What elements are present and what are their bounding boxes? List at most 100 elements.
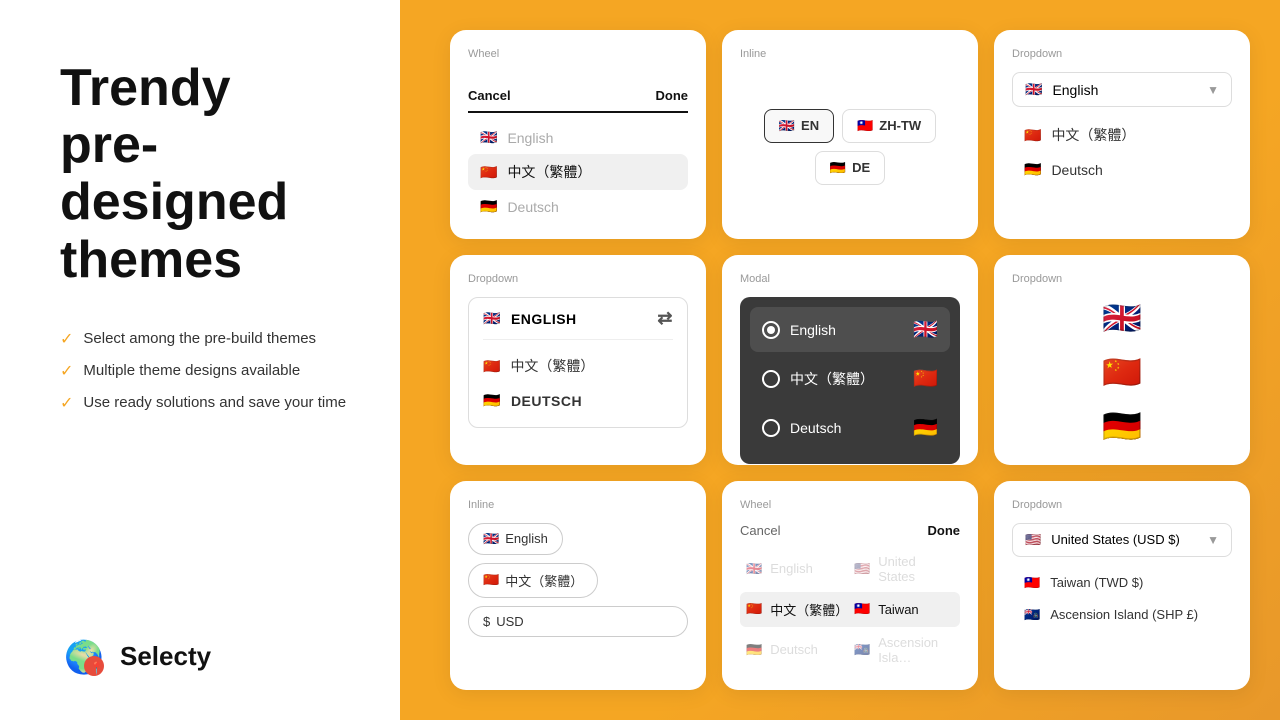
currency-text: USD [496, 614, 523, 629]
radio-english-inner [767, 326, 775, 334]
flag-tw-w2: 🇹🇼 [854, 601, 870, 617]
wheel1-item-chinese[interactable]: 🇨🇳 中文（繁體） [468, 154, 688, 190]
dropdown1-label: Dropdown [1012, 48, 1232, 60]
flag-gb-w2: 🇬🇧 [746, 561, 762, 577]
inline1-buttons: 🇬🇧 EN 🇹🇼 ZH-TW 🇩🇪 DE [740, 109, 960, 185]
card-inline-1: Inline 🇬🇧 EN 🇹🇼 ZH-TW 🇩🇪 DE [722, 30, 978, 239]
wheel1-cancel[interactable]: Cancel [468, 88, 511, 103]
svg-text:📍: 📍 [89, 661, 104, 675]
wheel1-header: Cancel Done [468, 88, 688, 113]
wheel2-done[interactable]: Done [928, 523, 961, 538]
flag-gb-dd1: 🇬🇧 [1025, 81, 1042, 98]
flag-tw-inline1: 🇹🇼 [857, 118, 873, 134]
wheel2-col-cn-country: 🇹🇼 Taiwan [854, 601, 954, 617]
feature-item-3: ✓ Use ready solutions and save your time [60, 393, 360, 413]
wheel2-cancel[interactable]: Cancel [740, 523, 780, 538]
flags1-item-cn[interactable]: 🇨🇳 [1102, 353, 1142, 391]
globe-icon: 🌍 📍 [60, 632, 108, 680]
card-modal: Modal English 🇬🇧 中文（繁體） 🇨🇳 Deutsch 🇩🇪 [722, 255, 978, 464]
inline1-btn-en[interactable]: 🇬🇧 EN [764, 109, 834, 143]
wheel2-col-de-country: 🇦🇨 Ascension Isla… [854, 635, 954, 665]
wheel2-row-deutsch: 🇩🇪 Deutsch 🇦🇨 Ascension Isla… [740, 627, 960, 673]
inline2-btn-english[interactable]: 🇬🇧 English [468, 523, 563, 555]
modal1-item-deutsch[interactable]: Deutsch 🇩🇪 [750, 405, 950, 450]
dropdown2-selected[interactable]: 🇬🇧 ENGLISH ⇄ [483, 308, 673, 340]
modal1-body: English 🇬🇧 中文（繁體） 🇨🇳 Deutsch 🇩🇪 [740, 297, 960, 464]
modal1-flag-gb: 🇬🇧 [913, 317, 938, 342]
dropdown1-item-de[interactable]: 🇩🇪 Deutsch [1012, 153, 1232, 186]
flag-gb-inline2: 🇬🇧 [483, 531, 499, 547]
dropdown3-arrow: ▼ [1207, 533, 1219, 547]
dropdown2-label: Dropdown [468, 273, 688, 285]
flags1-list: 🇬🇧 🇨🇳 🇩🇪 [1012, 297, 1232, 446]
flag-us-dd3: 🇺🇸 [1025, 532, 1041, 548]
wheel2-label: Wheel [740, 499, 960, 511]
card-wheel-2: Wheel Cancel Done 🇬🇧 English 🇺🇸 United S… [722, 481, 978, 690]
radio-english [762, 321, 780, 339]
wheel2-col-cn-lang: 🇨🇳 中文（繁體） [746, 600, 846, 619]
dropdown2-item-de[interactable]: 🇩🇪 DEUTSCH [483, 384, 673, 417]
inline2-lang-buttons: 🇬🇧 English 🇨🇳 中文（繁體） [468, 523, 688, 598]
dropdown1-arrow: ▼ [1207, 83, 1219, 97]
wheel2-row-english: 🇬🇧 English 🇺🇸 United States [740, 546, 960, 592]
wheel1-item-english: 🇬🇧 English [468, 121, 688, 154]
card-dropdown-3: Dropdown 🇺🇸 United States (USD $) ▼ 🇹🇼 T… [994, 481, 1250, 690]
flag-cn-inline2: 🇨🇳 [483, 572, 499, 588]
wheel2-col-en-lang: 🇬🇧 English [746, 561, 846, 577]
flag-gb-dd2: 🇬🇧 [483, 310, 501, 327]
flags1-item-de[interactable]: 🇩🇪 [1102, 407, 1142, 445]
wheel2-header: Cancel Done [740, 523, 960, 538]
inline1-btn-zhtw[interactable]: 🇹🇼 ZH-TW [842, 109, 936, 143]
flag-gb-inline1: 🇬🇧 [779, 118, 795, 134]
dropdown1-selected[interactable]: 🇬🇧 English ▼ [1012, 72, 1232, 107]
flag-us-w2: 🇺🇸 [854, 561, 870, 577]
card-dropdown-1: Dropdown 🇬🇧 English ▼ 🇨🇳 中文（繁體） 🇩🇪 Deuts… [994, 30, 1250, 239]
inline2-currency-btn[interactable]: $ USD [468, 606, 688, 637]
flag-de-inline1: 🇩🇪 [830, 160, 846, 176]
feature-item-1: ✓ Select among the pre-build themes [60, 329, 360, 349]
dropdown2-box: 🇬🇧 ENGLISH ⇄ 🇨🇳 中文（繁體） 🇩🇪 DEUTSCH [468, 297, 688, 428]
flag-de-dd1: 🇩🇪 [1024, 161, 1041, 178]
card-flags: Dropdown 🇬🇧 🇨🇳 🇩🇪 [994, 255, 1250, 464]
inline1-content: 🇬🇧 EN 🇹🇼 ZH-TW 🇩🇪 DE [740, 72, 960, 221]
dropdown3-item-ac[interactable]: 🇦🇨 Ascension Island (SHP £) [1012, 599, 1232, 631]
flag-de-dd2: 🇩🇪 [483, 392, 501, 409]
flag-gb-1: 🇬🇧 [480, 129, 497, 146]
currency-symbol: $ [483, 614, 490, 629]
brand-name: Selecty [120, 641, 211, 672]
flag-cn-dd1: 🇨🇳 [1024, 127, 1041, 144]
radio-deutsch [762, 419, 780, 437]
inline1-btn-de[interactable]: 🇩🇪 DE [815, 151, 885, 185]
flags1-item-gb[interactable]: 🇬🇧 [1102, 299, 1142, 337]
inline1-label: Inline [740, 48, 960, 60]
wheel2-col-en-country: 🇺🇸 United States [854, 554, 954, 584]
flag-cn-1: 🇨🇳 [480, 164, 497, 181]
inline2-btn-chinese[interactable]: 🇨🇳 中文（繁體） [468, 563, 598, 598]
inline2-label: Inline [468, 499, 688, 511]
modal1-flag-de: 🇩🇪 [913, 415, 938, 440]
flag-de-1: 🇩🇪 [480, 198, 497, 215]
modal1-label: Modal [740, 273, 960, 285]
flag-cn-dd2: 🇨🇳 [483, 358, 500, 375]
flags1-label: Dropdown [1012, 273, 1232, 285]
modal1-item-english[interactable]: English 🇬🇧 [750, 307, 950, 352]
brand: 🌍 📍 Selecty [60, 632, 360, 680]
flag-cn-w2: 🇨🇳 [746, 601, 762, 617]
check-icon-2: ✓ [60, 361, 73, 381]
wheel1-item-deutsch: 🇩🇪 Deutsch [468, 190, 688, 223]
wheel2-col-de-lang: 🇩🇪 Deutsch [746, 642, 846, 658]
wheel1-done[interactable]: Done [656, 88, 689, 103]
card-inline-2: Inline 🇬🇧 English 🇨🇳 中文（繁體） $ USD [450, 481, 706, 690]
modal1-item-chinese[interactable]: 中文（繁體） 🇨🇳 [750, 356, 950, 401]
translate-icon: ⇄ [657, 308, 673, 329]
dropdown3-label: Dropdown [1012, 499, 1232, 511]
feature-item-2: ✓ Multiple theme designs available [60, 361, 360, 381]
brand-logo: 🌍 📍 [60, 632, 108, 680]
dropdown2-item-cn[interactable]: 🇨🇳 中文（繁體） [483, 348, 673, 384]
dropdown1-item-cn[interactable]: 🇨🇳 中文（繁體） [1012, 117, 1232, 153]
dropdown3-item-tw[interactable]: 🇹🇼 Taiwan (TWD $) [1012, 567, 1232, 599]
flag-de-w2: 🇩🇪 [746, 642, 762, 658]
right-panel: Wheel Cancel Done 🇬🇧 English 🇨🇳 中文（繁體） 🇩… [400, 0, 1280, 720]
dropdown3-selected[interactable]: 🇺🇸 United States (USD $) ▼ [1012, 523, 1232, 557]
wheel2-row-chinese[interactable]: 🇨🇳 中文（繁體） 🇹🇼 Taiwan [740, 592, 960, 627]
